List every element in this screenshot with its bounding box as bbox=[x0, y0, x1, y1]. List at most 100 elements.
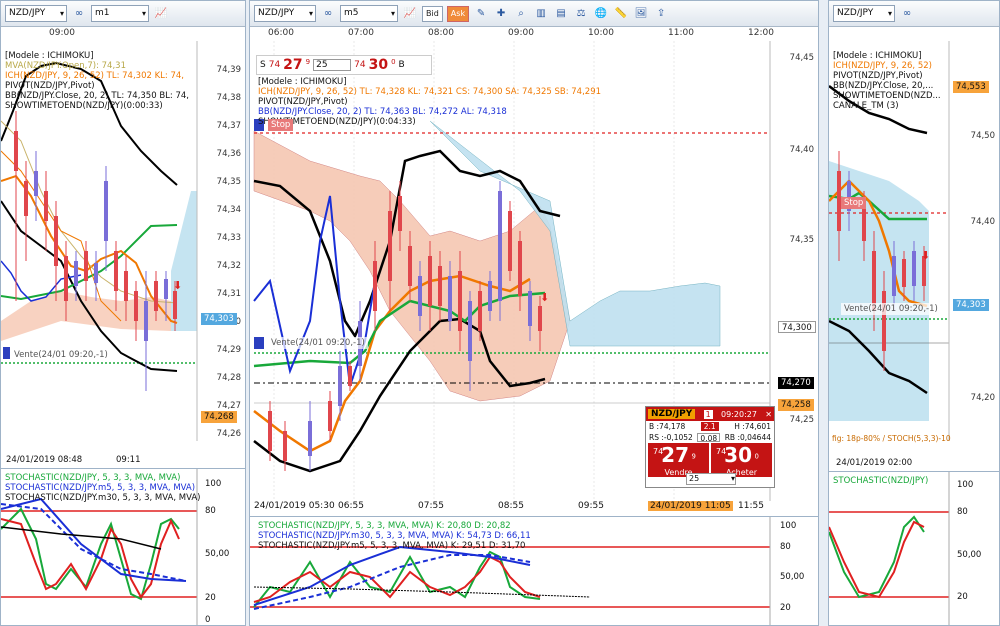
buy-sup: 0 bbox=[754, 452, 759, 461]
order-marker-icon bbox=[254, 337, 264, 349]
price-label: 74,20 bbox=[970, 393, 995, 403]
close-icon[interactable]: ✕ bbox=[765, 410, 772, 419]
info-line: PIVOT(NZD/JPY,Pivot) bbox=[5, 81, 95, 91]
left-price-tag-low: 74,268 bbox=[201, 411, 237, 423]
scale-label: 0 bbox=[205, 615, 211, 625]
trade-symbol[interactable]: NZD/JPY bbox=[648, 409, 696, 419]
trade-badge: 1 bbox=[703, 409, 713, 419]
osc-label: STOCHASTIC(NZD/JPY, 5, 3, 3, MVA, MVA) K… bbox=[258, 521, 511, 531]
price-label: 74,36 bbox=[216, 149, 241, 159]
trade-rs: RS :-0,1052 bbox=[649, 433, 693, 442]
price-label: 74,34 bbox=[216, 205, 241, 215]
price-label: 74,37 bbox=[216, 121, 241, 131]
price-label: 74,50 bbox=[970, 131, 995, 141]
buy-price-big[interactable]: 30 bbox=[369, 57, 388, 73]
scale-label: 100 bbox=[205, 479, 222, 489]
svg-text:⬇: ⬇ bbox=[921, 249, 930, 262]
order-marker-icon bbox=[3, 347, 10, 359]
sell-button[interactable]: 74 27 9 Vendre bbox=[648, 443, 709, 477]
scale-label: 20 bbox=[780, 603, 791, 613]
center-chart-panel: NZD/JPY ▾ ∞ m5 ▾ 📈 Bid Ask ✎ ✚ ⌕ ▥ ▤ ⚖ 🌐 📏… bbox=[249, 0, 819, 626]
date-highlight: 24/01/2019 11:05 bbox=[648, 501, 733, 511]
info-line: CANALE_TM (3) bbox=[833, 101, 899, 111]
info-line: BB(NZD/JPY.Close, 20, 2) TL: 74,363 BL: … bbox=[258, 107, 507, 117]
price-label: 74,31 bbox=[216, 289, 241, 299]
right-price-tag-303: 74,303 bbox=[953, 299, 989, 311]
info-line: MVA(NZD/JPY.Open,7): 74,31 bbox=[5, 61, 126, 71]
osc-label: STOCHASTIC(NZD/JPY) bbox=[833, 476, 929, 486]
right-date-label: 24/01/2019 02:00 bbox=[836, 458, 913, 468]
right-fig-note: fig: 18p-80% / STOCH(5,3,3)-10 bbox=[832, 434, 951, 443]
date-label: 11:55 bbox=[738, 501, 764, 511]
date-label: 09:55 bbox=[578, 501, 604, 511]
price-label: 74,40 bbox=[789, 145, 814, 155]
scale-label: 80 bbox=[957, 507, 968, 517]
trade-high: H :74,601 bbox=[734, 422, 771, 431]
left-oscillator-panel: STOCHASTIC(NZD/JPY, 5, 3, 3, MVA, MVA) S… bbox=[1, 468, 245, 625]
left-date-start: 24/01/2019 08:48 bbox=[6, 455, 83, 465]
scale-label: 80 bbox=[780, 542, 791, 552]
right-oscillator-canvas bbox=[829, 472, 950, 625]
scale-label: 100 bbox=[780, 521, 797, 531]
trade-quantity[interactable]: 25 ▾ bbox=[686, 473, 736, 485]
buy-big: 30 bbox=[724, 443, 753, 467]
left-price-axis: 74,39 74,38 74,37 74,36 74,35 74,34 74,3… bbox=[197, 65, 245, 445]
info-line: [Modele : ICHIMOKU] bbox=[5, 51, 94, 61]
price-label: 74,45 bbox=[789, 53, 814, 63]
buy-price-sup: 0 bbox=[391, 58, 396, 66]
scale-label: 20 bbox=[957, 592, 968, 602]
scale-label: 50,00 bbox=[957, 550, 982, 560]
price-label: 74,29 bbox=[216, 345, 241, 355]
price-label: 74,40 bbox=[970, 217, 995, 227]
info-line: [Modele : ICHIMOKU] bbox=[833, 51, 922, 61]
trade-time: 09:20:27 bbox=[721, 409, 757, 419]
osc-label: STOCHASTIC(NZD/JPY.m5, 5, 3, 3, MVA, MVA… bbox=[258, 541, 526, 551]
left-chart-panel: NZD/JPY ▾ ∞ m1 ▾ 📈 09:00 ⬇ [Modele: ICH… bbox=[0, 0, 246, 626]
scale-label: 50,00 bbox=[205, 549, 230, 559]
center-stop-label: Stop bbox=[268, 119, 294, 131]
osc-label: STOCHASTIC(NZD/JPY.m30, 5, 3, 3, MVA, MV… bbox=[258, 531, 531, 541]
sell-sup: 9 bbox=[691, 452, 696, 461]
quote-bar: S 74 27 9 25 74 30 0 B bbox=[256, 55, 432, 75]
center-vente-label: Vente(24/01 09:20,-1) bbox=[268, 337, 368, 349]
trade-ticket-header: NZD/JPY 1 09:20:27 ✕ bbox=[646, 407, 774, 421]
sell-indicator: S bbox=[260, 60, 266, 70]
center-price-tag-270: 74,270 bbox=[778, 377, 814, 389]
date-label: 07:55 bbox=[418, 501, 444, 511]
price-label: 74,39 bbox=[216, 65, 241, 75]
info-line: [Modele : ICHIMOKU] bbox=[258, 77, 347, 87]
info-line: ICH(NZD/JPY, 9, 26, 52) TL: 74,328 KL: 7… bbox=[258, 87, 602, 97]
date-label: 06:55 bbox=[338, 501, 364, 511]
price-label: 74,38 bbox=[216, 93, 241, 103]
right-stop-label: Stop bbox=[841, 197, 867, 209]
scale-label: 20 bbox=[205, 593, 216, 603]
right-vente-label: Vente(24/01 09:20,-1) bbox=[841, 303, 941, 315]
right-oscillator-panel: STOCHASTIC(NZD/JPY) 100 80 50,00 20 bbox=[829, 471, 999, 625]
left-date-end: 09:11 bbox=[116, 455, 141, 465]
info-line: SHOWTIMETOEND(NZD/JPY)(0:04:33) bbox=[258, 117, 416, 127]
osc-label: STOCHASTIC(NZD/JPY, 5, 3, 3, MVA, MVA) bbox=[5, 473, 181, 483]
price-label: 74,26 bbox=[216, 429, 241, 439]
center-oscillator-panel: STOCHASTIC(NZD/JPY, 5, 3, 3, MVA, MVA) K… bbox=[250, 516, 818, 625]
center-price-tag-300: 74,300 bbox=[778, 321, 816, 333]
info-line: ICH(NZD/JPY, 9, 26, 52) bbox=[833, 61, 932, 71]
trade-buttons: 74 27 9 Vendre 25 ▾ 74 30 0 Acheter bbox=[646, 443, 774, 485]
price-label: 74,25 bbox=[789, 415, 814, 425]
buy-button[interactable]: 74 30 0 Acheter bbox=[711, 443, 772, 477]
center-date-axis: 24/01/2019 05:30 06:55 07:55 08:55 09:55… bbox=[250, 501, 818, 515]
svg-text:⬇: ⬇ bbox=[540, 291, 549, 304]
sell-price-sup: 9 bbox=[305, 58, 311, 66]
info-line: ICH(NZD/JPY, 9, 26, 52) TL: 74,302 KL: 7… bbox=[5, 71, 184, 81]
sell-price-big[interactable]: 27 bbox=[283, 57, 302, 73]
chevron-down-icon: ▾ bbox=[730, 474, 735, 483]
center-price-axis: 74,45 74,40 74,35 74,25 bbox=[770, 53, 818, 433]
trade-spread: 2.1 bbox=[700, 422, 719, 431]
trade-rb: RB :0,04644 bbox=[724, 433, 771, 442]
price-label: 74,27 bbox=[216, 401, 241, 411]
trade-quantity-value: 25 bbox=[689, 474, 700, 483]
scale-label: 80 bbox=[205, 506, 216, 516]
osc-label: STOCHASTIC(NZD/JPY.m30, 5, 3, 3, MVA, MV… bbox=[5, 493, 201, 503]
left-indicator-info: [Modele : ICHIMOKU] MVA(NZD/JPY.Open,7):… bbox=[5, 51, 189, 111]
quantity-field[interactable]: 25 bbox=[313, 59, 352, 71]
date-label: 24/01/2019 05:30 bbox=[254, 501, 335, 511]
